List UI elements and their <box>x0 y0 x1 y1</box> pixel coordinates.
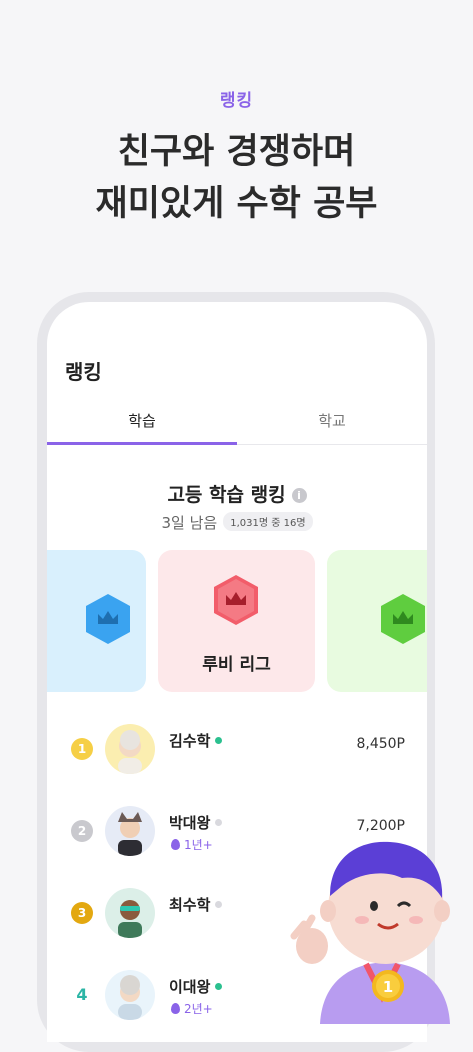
league-badge-icon <box>380 593 426 645</box>
rank-number: 3 <box>71 902 93 924</box>
user-points: 7,200P <box>356 818 405 834</box>
rank-number: 2 <box>71 820 93 842</box>
ranking-subtitle: 3일 남음 1,031명 중 16명 <box>47 512 427 533</box>
tab-bar: 학습 학교 <box>47 402 427 445</box>
ranking-title-text: 고등 학습 랭킹 <box>167 484 286 506</box>
user-name: 김수학 <box>169 730 223 751</box>
hero-title-line1: 친구와 경쟁하며 <box>117 132 356 172</box>
hero-tag: 랭킹 <box>219 91 254 111</box>
league-badge-icon <box>85 593 131 645</box>
league-card-sapphire[interactable] <box>47 550 146 692</box>
position-pill: 1,031명 중 16명 <box>223 512 313 531</box>
drop-icon <box>171 839 180 850</box>
rank-number: 4 <box>76 985 88 1004</box>
offline-status-dot <box>215 819 223 826</box>
tab-indicator <box>47 442 237 445</box>
crown-badge-icon <box>213 574 259 626</box>
user-level: 2년+ <box>171 1000 213 1017</box>
user-name: 박대왕 <box>169 812 223 833</box>
page-title: 랭킹 <box>65 360 102 384</box>
user-name: 최수학 <box>169 894 223 915</box>
hero-title-line2: 재미있게 수학 공부 <box>95 184 378 224</box>
avatar <box>105 888 155 938</box>
drop-icon <box>171 1003 180 1014</box>
online-status-dot <box>215 737 223 744</box>
avatar <box>105 724 155 774</box>
user-name: 이대왕 <box>169 976 223 997</box>
table-row[interactable]: 1 김수학 8,450P <box>47 720 427 780</box>
user-level: 1년+ <box>171 836 213 853</box>
avatar <box>105 970 155 1020</box>
avatar <box>105 806 155 856</box>
league-card-ruby[interactable]: 루비 리그 <box>158 550 315 692</box>
user-points: 8,450P <box>356 736 405 752</box>
offline-status-dot <box>215 901 223 908</box>
tab-study[interactable]: 학습 <box>47 410 237 431</box>
ranking-title: 고등 학습 랭킹 i <box>47 480 427 507</box>
tab-school[interactable]: 학교 <box>237 410 427 431</box>
online-status-dot <box>215 983 223 990</box>
league-card-emerald[interactable] <box>327 550 427 692</box>
days-left: 3일 남음 <box>161 514 218 532</box>
league-name: 루비 리그 <box>202 655 271 675</box>
rank-number: 1 <box>71 738 93 760</box>
medal-number: 1 <box>383 978 393 996</box>
mascot-illustration: 1 <box>290 836 473 1024</box>
hero-title: 친구와 경쟁하며 재미있게 수학 공부 <box>0 126 473 230</box>
info-icon[interactable]: i <box>291 488 307 503</box>
